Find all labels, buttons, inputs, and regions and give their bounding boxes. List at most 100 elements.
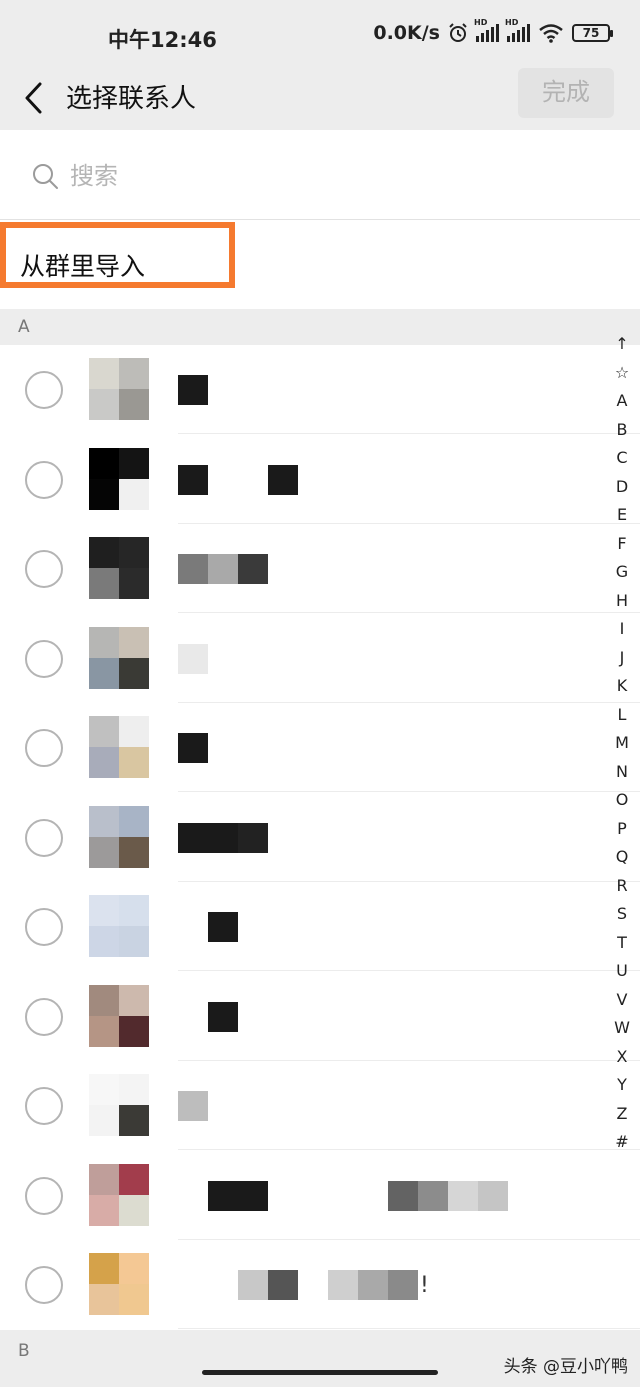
- avatar: [89, 447, 149, 510]
- index-letter[interactable]: J: [610, 644, 634, 673]
- index-letter[interactable]: N: [610, 758, 634, 787]
- index-letter[interactable]: M: [610, 729, 634, 758]
- search-input[interactable]: [70, 156, 590, 196]
- select-radio[interactable]: [25, 908, 63, 946]
- contact-row[interactable]: [0, 345, 640, 434]
- contact-row[interactable]: [0, 792, 640, 882]
- contact-name: [178, 912, 238, 942]
- contact-name: [178, 554, 268, 584]
- index-letter[interactable]: I: [610, 615, 634, 644]
- avatar: [89, 358, 149, 420]
- contact-row[interactable]: [0, 703, 640, 792]
- watermark-text: 头条 @豆小吖鸭: [503, 1357, 628, 1377]
- select-radio[interactable]: [25, 1087, 63, 1125]
- select-radio[interactable]: [25, 460, 63, 499]
- import-from-group-item[interactable]: 从群里导入: [0, 221, 640, 309]
- select-radio[interactable]: [25, 371, 63, 409]
- index-letter[interactable]: D: [610, 473, 634, 502]
- select-radio[interactable]: [25, 550, 63, 588]
- index-letter[interactable]: Y: [610, 1071, 634, 1100]
- index-letter[interactable]: ☆: [610, 359, 634, 388]
- index-letter[interactable]: W: [610, 1014, 634, 1043]
- import-from-group-label: 从群里导入: [20, 252, 146, 281]
- index-letter[interactable]: #: [610, 1128, 634, 1157]
- status-bar: 中午12:46 0.0K/s HD HD 75: [0, 0, 640, 72]
- contact-name: [178, 1091, 208, 1121]
- index-letter[interactable]: Z: [610, 1100, 634, 1129]
- battery-icon: 75: [572, 24, 613, 42]
- done-button[interactable]: 完成: [518, 68, 614, 118]
- home-indicator[interactable]: [202, 1370, 438, 1375]
- index-letter[interactable]: K: [610, 672, 634, 701]
- index-letter[interactable]: O: [610, 786, 634, 815]
- select-radio[interactable]: [25, 997, 63, 1036]
- contact-row[interactable]: [0, 1061, 640, 1150]
- index-letter[interactable]: X: [610, 1043, 634, 1072]
- section-header-a: A: [0, 309, 640, 345]
- contact-row[interactable]: [0, 524, 640, 613]
- back-arrow-icon[interactable]: [14, 76, 58, 120]
- contact-row[interactable]: [0, 971, 640, 1061]
- avatar: [89, 1253, 149, 1315]
- avatar: [89, 716, 149, 778]
- contact-row[interactable]: [0, 882, 640, 971]
- row-divider: [178, 1328, 640, 1329]
- index-letter[interactable]: V: [610, 986, 634, 1015]
- index-letter[interactable]: P: [610, 815, 634, 844]
- contact-name-suffix: !: [420, 1272, 429, 1298]
- avatar: [89, 895, 149, 957]
- select-radio[interactable]: [25, 1266, 63, 1304]
- avatar: [89, 805, 149, 868]
- index-letter[interactable]: S: [610, 900, 634, 929]
- nav-bar: 选择联系人 完成: [0, 68, 640, 130]
- index-letter[interactable]: Q: [610, 843, 634, 872]
- page-title: 选择联系人: [66, 84, 197, 114]
- index-letter[interactable]: B: [610, 416, 634, 445]
- contact-name: [178, 1001, 238, 1032]
- index-letter[interactable]: ↑: [610, 330, 634, 359]
- section-letter: B: [18, 1341, 30, 1361]
- contact-name: [178, 375, 208, 405]
- index-letter[interactable]: A: [610, 387, 634, 416]
- wifi-icon: [539, 24, 563, 43]
- index-letter[interactable]: F: [610, 530, 634, 559]
- avatar: [89, 537, 149, 599]
- index-letter[interactable]: G: [610, 558, 634, 587]
- index-letter[interactable]: R: [610, 872, 634, 901]
- contact-name: [178, 1180, 508, 1211]
- avatar: [89, 626, 149, 689]
- signal-hd-icon-2: HD: [505, 18, 530, 42]
- index-letter[interactable]: T: [610, 929, 634, 958]
- search-bar: [0, 130, 640, 220]
- section-letter: A: [18, 317, 30, 337]
- select-radio[interactable]: [25, 729, 63, 767]
- contact-name: [178, 643, 208, 674]
- signal-hd-label-2: HD: [505, 18, 519, 27]
- signal-hd-icon: HD: [474, 18, 499, 42]
- index-letter[interactable]: L: [610, 701, 634, 730]
- signal-hd-label: HD: [474, 18, 488, 27]
- index-letter[interactable]: U: [610, 957, 634, 986]
- select-radio[interactable]: [25, 818, 63, 857]
- alarm-icon: [449, 23, 467, 42]
- contact-row[interactable]: [0, 434, 640, 524]
- avatar: [89, 1074, 149, 1136]
- contact-row[interactable]: [0, 1150, 640, 1240]
- contact-name: [178, 822, 268, 853]
- search-icon: [33, 164, 58, 189]
- status-time: 中午12:46: [108, 28, 217, 52]
- status-indicators: 0.0K/s HD HD 75: [373, 18, 613, 44]
- select-radio[interactable]: [25, 1176, 63, 1215]
- network-speed: 0.0K/s: [373, 22, 440, 44]
- contact-name: [178, 733, 208, 763]
- contact-name: [178, 464, 298, 495]
- alphabet-index-bar[interactable]: ↑ ☆ A B C D E F G H I J K L M N O P Q R S T U V W X Y Z #: [610, 330, 634, 1157]
- avatar: [89, 1163, 149, 1226]
- avatar: [89, 984, 149, 1047]
- contact-row[interactable]: !: [0, 1240, 640, 1329]
- index-letter[interactable]: H: [610, 587, 634, 616]
- index-letter[interactable]: E: [610, 501, 634, 530]
- index-letter[interactable]: C: [610, 444, 634, 473]
- contact-row[interactable]: [0, 613, 640, 703]
- select-radio[interactable]: [25, 639, 63, 678]
